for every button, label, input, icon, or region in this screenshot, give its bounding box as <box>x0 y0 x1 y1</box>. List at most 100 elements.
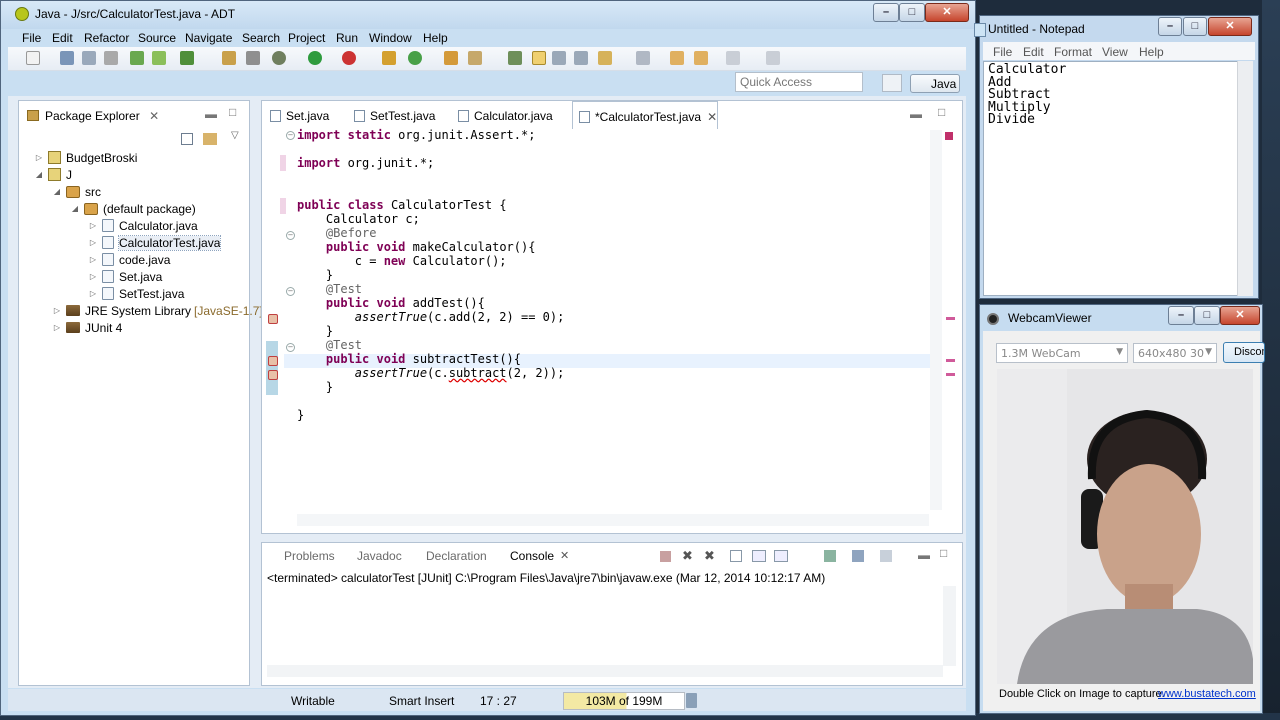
tree-item-code-java[interactable]: ▷ code.java <box>88 251 170 268</box>
tree-item-set-java[interactable]: ▷ Set.java <box>88 268 162 285</box>
collapse-icon[interactable]: ◢ <box>34 170 44 179</box>
save-all-icon[interactable] <box>82 51 96 65</box>
quick-access-input[interactable]: Quick Access <box>735 72 863 92</box>
open-perspective-icon[interactable] <box>882 74 902 92</box>
code-line[interactable]: } <box>297 268 333 282</box>
link-with-editor-icon[interactable] <box>203 133 217 145</box>
editor-horizontal-scrollbar[interactable] <box>297 514 929 526</box>
menu-view[interactable]: View <box>1102 45 1128 59</box>
error-marker-icon[interactable] <box>268 356 278 366</box>
menu-refactor[interactable]: Refactor <box>84 31 129 45</box>
tree-item-calculatortest-java[interactable]: ▷ CalculatorTest.java <box>88 234 222 251</box>
word-wrap-icon[interactable] <box>774 550 788 562</box>
run-icon[interactable] <box>308 51 322 65</box>
new-icon[interactable] <box>26 51 40 65</box>
external-tools-icon[interactable] <box>342 51 356 65</box>
expand-icon[interactable]: ▷ <box>88 238 98 247</box>
website-link[interactable]: www.bustatech.com <box>1158 688 1256 700</box>
remove-launch-icon[interactable]: ✖ <box>682 548 693 564</box>
heap-status[interactable]: 103M of 199M <box>563 692 685 710</box>
open-console-icon[interactable] <box>880 550 892 562</box>
console-vertical-scrollbar[interactable] <box>943 586 956 666</box>
minimize-view-icon[interactable]: ▬ <box>910 107 922 121</box>
tab-console[interactable]: Console <box>510 549 554 563</box>
tree-item-src[interactable]: ◢ src <box>52 183 101 200</box>
pin-icon[interactable] <box>508 51 522 65</box>
expand-icon[interactable]: ▷ <box>52 306 62 315</box>
maximize-view-icon[interactable]: □ <box>940 546 947 560</box>
remove-all-icon[interactable]: ✖ <box>704 548 715 564</box>
open-type-icon[interactable] <box>222 51 236 65</box>
tree-item-junit4[interactable]: ▷ JUnit 4 <box>52 319 122 336</box>
collapse-icon[interactable]: ◢ <box>52 187 62 196</box>
fold-icon[interactable]: − <box>286 131 295 140</box>
android-sdk-icon[interactable] <box>130 51 144 65</box>
maximize-view-icon[interactable]: □ <box>229 105 236 119</box>
avd-manager-icon[interactable] <box>152 51 166 65</box>
scroll-lock-icon[interactable] <box>752 550 766 562</box>
tree-item-budgetbroski[interactable]: ▷ BudgetBroski <box>34 149 137 166</box>
debug-icon[interactable] <box>272 51 286 65</box>
overview-marker[interactable] <box>946 317 955 320</box>
package-explorer-tab[interactable]: Package Explorer ✕ <box>19 101 165 128</box>
menu-source[interactable]: Source <box>138 31 176 45</box>
menu-run[interactable]: Run <box>336 31 358 45</box>
error-overview-icon[interactable] <box>945 132 953 140</box>
search-icon[interactable] <box>246 51 260 65</box>
view-menu-icon[interactable]: ▽ <box>231 130 239 141</box>
tab-settest-java[interactable]: SetTest.java <box>348 101 438 129</box>
code-editor[interactable]: import static org.junit.Assert.*; import … <box>297 128 917 508</box>
fold-icon[interactable]: − <box>286 231 295 240</box>
menu-help[interactable]: Help <box>423 31 448 45</box>
minimize-view-icon[interactable]: ▬ <box>205 107 217 121</box>
maximize-button[interactable]: □ <box>1194 306 1220 325</box>
java-perspective-button[interactable]: Java <box>910 74 960 93</box>
close-button[interactable]: ✕ <box>1220 306 1260 325</box>
resolution-select[interactable]: 640x480 30 ▼ <box>1133 343 1217 363</box>
forward-icon[interactable] <box>726 51 740 65</box>
tab-javadoc[interactable]: Javadoc <box>357 549 402 563</box>
notepad-vertical-scrollbar[interactable] <box>1237 61 1253 296</box>
tab-problems[interactable]: Problems <box>284 549 335 563</box>
minimize-button[interactable]: – <box>1158 17 1182 36</box>
code-line[interactable]: assertTrue(c.subtract(2, 2)); <box>297 366 565 380</box>
tree-item-settest-java[interactable]: ▷ SetTest.java <box>88 285 184 302</box>
tree-item-jre-system-library[interactable]: ▷ JRE System Library [JavaSE-1.7] <box>52 302 263 319</box>
code-line[interactable]: public void makeCalculator(){ <box>297 240 536 254</box>
fold-icon[interactable]: − <box>286 343 295 352</box>
block-selection-icon[interactable] <box>552 51 566 65</box>
tree-item-j[interactable]: ◢ J <box>34 166 72 183</box>
expand-icon[interactable]: ▷ <box>88 289 98 298</box>
menu-file[interactable]: File <box>993 45 1012 59</box>
expand-icon[interactable]: ▷ <box>88 221 98 230</box>
disconnect-button[interactable]: Disconnect <box>1223 342 1265 363</box>
expand-icon[interactable]: ▷ <box>52 323 62 332</box>
collapse-all-icon[interactable] <box>181 133 193 145</box>
menu-format[interactable]: Format <box>1054 45 1092 59</box>
tab-declaration[interactable]: Declaration <box>426 549 487 563</box>
console-horizontal-scrollbar[interactable] <box>267 665 943 677</box>
clear-console-icon[interactable] <box>730 550 742 562</box>
close-button[interactable]: ✕ <box>925 3 969 22</box>
menu-edit[interactable]: Edit <box>52 31 73 45</box>
code-line[interactable]: @Test <box>297 282 362 296</box>
collapse-icon[interactable]: ◢ <box>70 204 80 213</box>
menu-search[interactable]: Search <box>242 31 280 45</box>
expand-icon[interactable]: ▷ <box>88 272 98 281</box>
tree-item-calculator-java[interactable]: ▷ Calculator.java <box>88 217 198 234</box>
pencil-icon[interactable] <box>468 51 482 65</box>
expand-icon[interactable]: ▷ <box>88 255 98 264</box>
overview-marker[interactable] <box>946 359 955 362</box>
last-edit-icon[interactable] <box>670 51 684 65</box>
code-line[interactable]: public class CalculatorTest { <box>297 198 507 212</box>
pin-editor-icon[interactable] <box>766 51 780 65</box>
pin-console-icon[interactable] <box>824 550 836 562</box>
error-marker-icon[interactable] <box>268 370 278 380</box>
code-line[interactable]: assertTrue(c.add(2, 2) == 0); <box>297 310 565 324</box>
tree-item-default-package[interactable]: ◢ (default package) <box>70 200 196 217</box>
notepad-text-area[interactable]: Calculator Add Subtract Multiply Divide <box>983 61 1241 296</box>
new-package-icon[interactable] <box>408 51 422 65</box>
display-console-icon[interactable] <box>852 550 864 562</box>
minimize-button[interactable]: – <box>1168 306 1194 325</box>
code-line[interactable]: import static org.junit.Assert.*; <box>297 128 535 142</box>
